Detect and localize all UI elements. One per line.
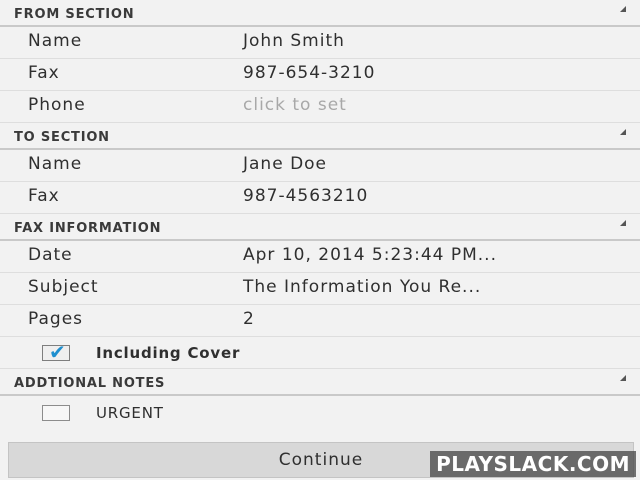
section-corner-icon (620, 375, 626, 381)
pages-value: 2 (243, 309, 255, 329)
from-name-label: Name (28, 31, 83, 51)
from-fax-row[interactable]: Fax 987-654-3210 (0, 59, 640, 91)
section-corner-icon (620, 129, 626, 135)
to-name-label: Name (28, 154, 83, 174)
including-cover-label: Including Cover (96, 344, 241, 362)
fax-info-section-header: FAX INFORMATION (0, 214, 640, 241)
to-section-header: TO SECTION (0, 123, 640, 150)
pages-label: Pages (28, 309, 84, 329)
from-fax-label: Fax (28, 63, 60, 83)
date-value: Apr 10, 2014 5:23:44 PM... (243, 245, 497, 265)
additional-notes-section-title: ADDTIONAL NOTES (14, 376, 166, 391)
urgent-checkbox[interactable] (42, 405, 70, 421)
subject-label: Subject (28, 277, 99, 297)
to-name-row[interactable]: Name Jane Doe (0, 150, 640, 182)
checkmark-icon: ✔ (49, 340, 66, 364)
additional-notes-section-header: ADDTIONAL NOTES (0, 369, 640, 396)
from-fax-value: 987-654-3210 (243, 63, 376, 83)
section-corner-icon (620, 6, 626, 12)
including-cover-checkbox[interactable]: ✔ (42, 340, 70, 364)
date-label: Date (28, 245, 73, 265)
from-phone-row[interactable]: Phone click to set (0, 91, 640, 123)
from-name-value: John Smith (243, 31, 345, 51)
to-section-title: TO SECTION (14, 130, 110, 145)
to-fax-row[interactable]: Fax 987-4563210 (0, 182, 640, 214)
from-phone-placeholder: click to set (243, 95, 347, 115)
to-fax-value: 987-4563210 (243, 186, 369, 206)
from-name-row[interactable]: Name John Smith (0, 27, 640, 59)
from-section-title: FROM SECTION (14, 7, 135, 22)
urgent-label: URGENT (96, 404, 164, 422)
urgent-row[interactable]: URGENT (0, 397, 640, 429)
section-corner-icon (620, 220, 626, 226)
date-row[interactable]: Date Apr 10, 2014 5:23:44 PM... (0, 241, 640, 273)
to-fax-label: Fax (28, 186, 60, 206)
fax-form-screen: FROM SECTION Name John Smith Fax 987-654… (0, 0, 640, 480)
watermark-logo: PLAYSLACK.COM (430, 451, 636, 477)
subject-row[interactable]: Subject The Information You Re... (0, 273, 640, 305)
from-phone-label: Phone (28, 95, 86, 115)
subject-value: The Information You Re... (243, 277, 482, 297)
from-section-header: FROM SECTION (0, 0, 640, 27)
to-name-value: Jane Doe (243, 154, 328, 174)
including-cover-row[interactable]: ✔ Including Cover (0, 337, 640, 369)
pages-row[interactable]: Pages 2 (0, 305, 640, 337)
fax-info-section-title: FAX INFORMATION (14, 221, 162, 236)
